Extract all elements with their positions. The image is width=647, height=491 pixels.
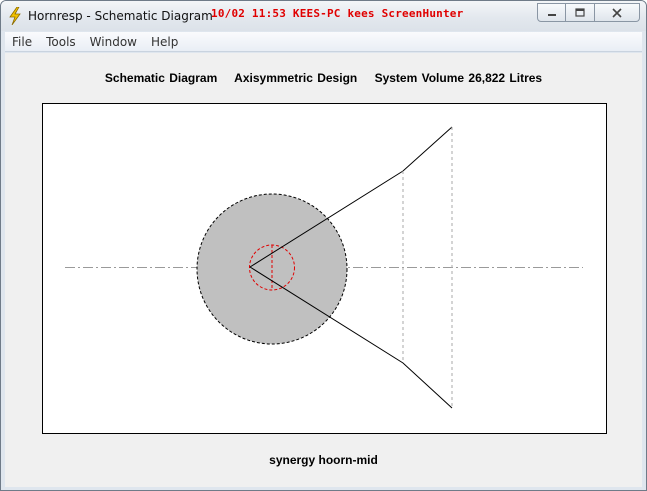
app-window: Hornresp - Schematic Diagram 10/02 11:53… — [0, 0, 647, 491]
lightning-icon — [9, 7, 21, 25]
menu-tools[interactable]: Tools — [39, 35, 83, 49]
maximize-button[interactable] — [566, 3, 595, 22]
menu-window[interactable]: Window — [83, 35, 144, 49]
window-title: Hornresp - Schematic Diagram — [28, 9, 213, 23]
diagram-heading: Schematic Diagram Axisymmetric Design Sy… — [5, 71, 642, 85]
close-icon — [612, 7, 622, 18]
menu-bar: File Tools Window Help — [5, 32, 642, 52]
rear-chamber — [196, 193, 348, 345]
heading-design-label: Axisymmetric Design — [234, 71, 358, 85]
close-button[interactable] — [595, 3, 640, 22]
heading-diagram-label: Schematic Diagram — [104, 71, 218, 85]
schematic-svg — [65, 126, 583, 409]
heading-volume-label: System Volume 26,822 Litres — [374, 71, 543, 85]
diagram-caption: synergy hoorn-mid — [269, 453, 378, 467]
menu-file[interactable]: File — [5, 35, 39, 49]
title-bar[interactable]: Hornresp - Schematic Diagram 10/02 11:53… — [1, 1, 646, 31]
minimize-icon — [547, 13, 556, 16]
client-area: Schematic Diagram Axisymmetric Design Sy… — [5, 53, 642, 487]
minimize-button[interactable] — [537, 3, 566, 22]
menu-help[interactable]: Help — [144, 35, 185, 49]
screenhunter-overlay: 10/02 11:53 KEES-PC kees ScreenHunter — [211, 7, 464, 20]
maximize-icon — [575, 8, 585, 17]
schematic-diagram — [42, 103, 607, 434]
window-controls — [537, 3, 640, 22]
